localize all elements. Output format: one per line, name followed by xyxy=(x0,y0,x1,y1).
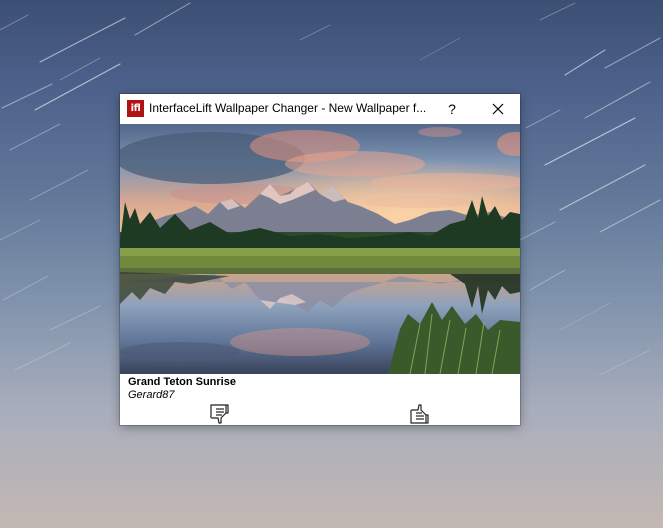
close-icon xyxy=(492,103,504,115)
help-icon: ? xyxy=(448,101,456,117)
wallpaper-info: Grand Teton Sunrise Gerard87 xyxy=(120,374,520,425)
thumbs-up-icon xyxy=(410,404,429,424)
title-bar[interactable]: ifl InterfaceLift Wallpaper Changer - Ne… xyxy=(120,94,520,124)
interfacelift-logo-icon: ifl xyxy=(127,100,144,117)
help-button[interactable]: ? xyxy=(437,94,467,124)
window-title: InterfaceLift Wallpaper Changer - New Wa… xyxy=(149,101,427,115)
like-button[interactable] xyxy=(409,403,431,425)
dislike-button[interactable] xyxy=(209,403,231,425)
wallpaper-changer-window: ifl InterfaceLift Wallpaper Changer - Ne… xyxy=(119,93,521,426)
wallpaper-preview-image[interactable] xyxy=(120,124,520,374)
thumbs-down-icon xyxy=(210,404,229,424)
wallpaper-author: Gerard87 xyxy=(128,389,175,401)
close-button[interactable] xyxy=(475,94,520,124)
wallpaper-title: Grand Teton Sunrise xyxy=(128,376,236,388)
